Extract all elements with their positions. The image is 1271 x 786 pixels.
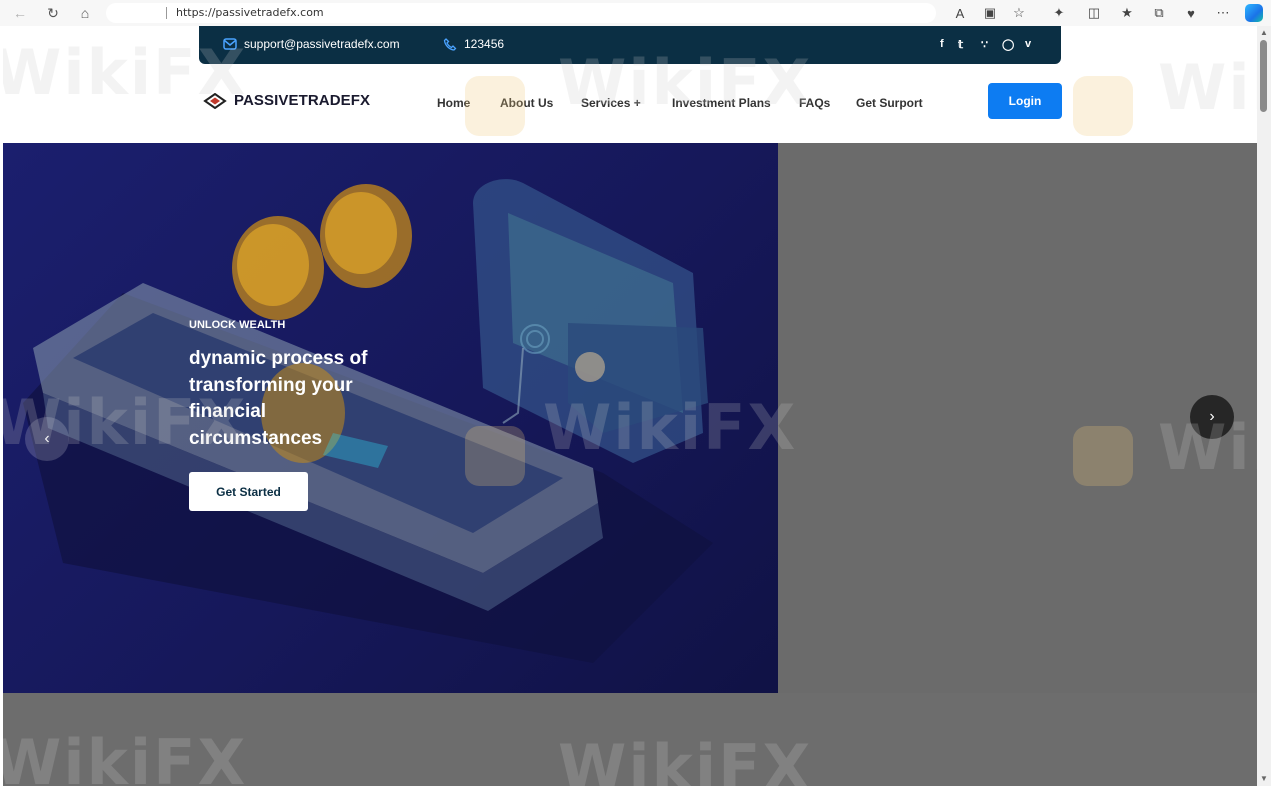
top-info-bar: support@passivetradefx.com 123456 f 𝕥 ∵ … [199, 26, 1061, 64]
read-aloud-icon[interactable]: A [950, 3, 970, 23]
scroll-down-arrow-icon[interactable]: ▼ [1259, 774, 1269, 784]
copilot-icon[interactable] [1245, 4, 1263, 22]
split-screen-icon[interactable]: ◫ [1084, 3, 1104, 23]
hero-title: dynamic process of transforming your fin… [189, 348, 368, 449]
brand-logo-icon [203, 92, 227, 109]
get-started-button[interactable]: Get Started [189, 472, 308, 511]
facebook-icon[interactable]: f [940, 38, 944, 50]
email-contact[interactable]: support@passivetradefx.com [223, 37, 400, 51]
immersive-reader-icon[interactable]: ▣ [980, 3, 1000, 23]
page-scrollbar[interactable] [1257, 26, 1271, 786]
hero-eyebrow: UNLOCK WEALTH [189, 319, 286, 331]
login-button[interactable]: Login [988, 83, 1062, 119]
extensions-icon[interactable]: ✦ [1049, 3, 1069, 23]
watermark-text: WikiFX [1158, 51, 1257, 124]
twitter-icon[interactable]: 𝕥 [958, 38, 963, 51]
slider-prev-button[interactable]: ‹ [25, 417, 69, 461]
nav-investment-plans[interactable]: Investment Plans [672, 96, 771, 110]
phone-text: 123456 [464, 37, 505, 51]
slider-next-button[interactable]: › [1190, 395, 1234, 439]
refresh-icon[interactable]: ↻ [43, 3, 63, 23]
nav-services[interactable]: Services + [581, 96, 641, 110]
phone-icon [443, 37, 457, 51]
rss-icon[interactable]: ∵ [981, 38, 988, 51]
back-icon[interactable]: ← [10, 3, 30, 23]
favorite-star-icon[interactable]: ☆ [1009, 3, 1029, 23]
browser-essentials-icon[interactable]: ♥ [1181, 3, 1201, 23]
nav-about-us[interactable]: About Us [500, 96, 553, 110]
instagram-icon[interactable]: ◯ [1002, 38, 1014, 51]
browser-toolbar: ← ↻ ⌂ https://passivetradefx.com A ▣ ☆ ✦… [0, 0, 1271, 26]
nav-get-support[interactable]: Get Surport [856, 96, 923, 110]
chevron-left-icon: ‹ [44, 430, 50, 447]
more-options-icon[interactable]: ⋯ [1213, 3, 1233, 23]
hero-illustration [23, 179, 713, 663]
site-logo[interactable]: PASSIVETRADEFX [203, 92, 370, 109]
brand-name: PASSIVETRADEFX [234, 92, 371, 109]
chevron-right-icon: › [1209, 408, 1215, 425]
watermark-logo-icon [1073, 76, 1133, 136]
page-overlay-lower [3, 693, 1257, 786]
email-icon [223, 38, 237, 50]
url-text[interactable]: https://passivetradefx.com [176, 6, 324, 19]
vimeo-icon[interactable]: v [1025, 38, 1031, 50]
nav-home[interactable]: Home [437, 96, 470, 110]
address-divider [166, 7, 167, 19]
address-bar[interactable]: https://passivetradefx.com [106, 3, 936, 23]
email-text: support@passivetradefx.com [244, 37, 400, 51]
collections-icon[interactable]: ⧉ [1149, 3, 1169, 23]
hero-slide: UNLOCK WEALTH dynamic process of transfo… [3, 143, 778, 693]
scroll-up-arrow-icon[interactable]: ▲ [1259, 28, 1269, 38]
page-viewport: support@passivetradefx.com 123456 f 𝕥 ∵ … [3, 26, 1257, 786]
favorites-icon[interactable]: ★ [1117, 3, 1137, 23]
phone-contact[interactable]: 123456 [443, 37, 504, 51]
nav-faqs[interactable]: FAQs [799, 96, 830, 110]
scrollbar-thumb[interactable] [1260, 40, 1267, 112]
home-icon[interactable]: ⌂ [75, 3, 95, 23]
hero-section: UNLOCK WEALTH dynamic process of transfo… [3, 143, 1257, 693]
